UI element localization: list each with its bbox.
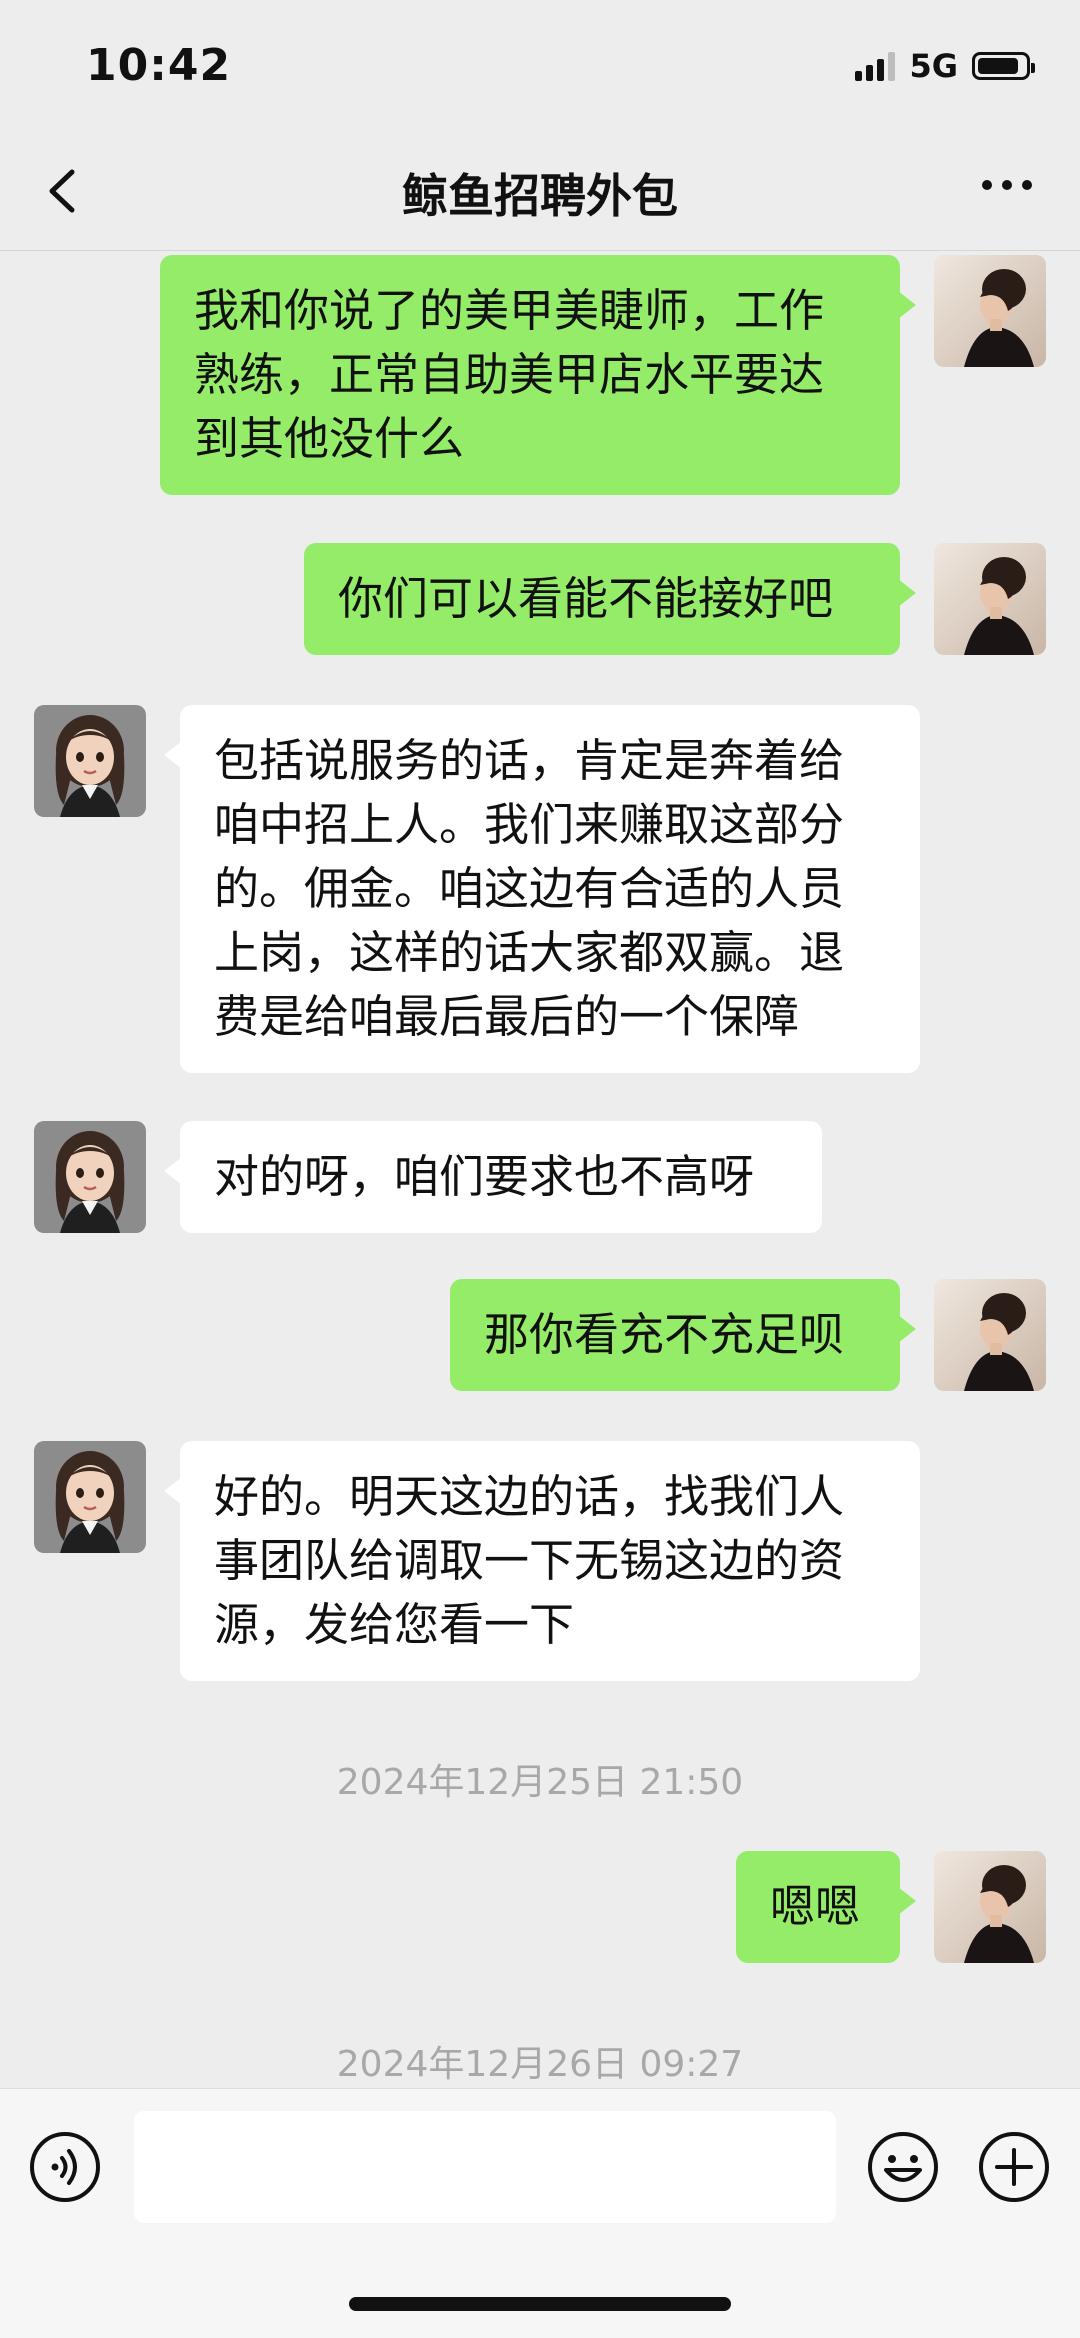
plus-icon [979, 2132, 1049, 2202]
avatar-self[interactable] [934, 543, 1046, 655]
avatar-self[interactable] [934, 1851, 1046, 1963]
avatar-contact[interactable] [34, 1441, 146, 1553]
status-indicators: 5G [855, 46, 1035, 86]
plus-button[interactable] [977, 2130, 1051, 2204]
message-bubble-received[interactable]: 好的。明天这边的话，找我们人事团队给调取一下无锡这边的资源，发给您看一下 [164, 1441, 920, 1681]
avatar-contact[interactable] [34, 705, 146, 817]
emoji-button[interactable] [866, 2130, 940, 2204]
timestamp: 2024年12月26日 09:27 [336, 2044, 744, 2085]
chat-title: 鲸鱼招聘外包 [402, 169, 678, 223]
chat-area[interactable]: 我和你说了的美甲美睫师，工作熟练，正常自助美甲店水平要达到其他没什么 你们可以看… [0, 251, 1080, 2088]
avatar-self[interactable] [934, 255, 1046, 367]
emoji-icon [868, 2132, 938, 2202]
battery-icon [972, 52, 1035, 80]
timestamp: 2024年12月25日 21:50 [336, 1762, 744, 1803]
status-time: 10:42 [86, 40, 232, 91]
message-bubble-received[interactable]: 对的呀，咱们要求也不高呀 [164, 1121, 822, 1233]
voice-icon [30, 2132, 100, 2202]
status-bar: 10:42 5G [0, 0, 1080, 130]
nav-bar: 鲸鱼招聘外包 [0, 130, 1080, 251]
avatar-self[interactable] [934, 1279, 1046, 1391]
message-bubble-sent[interactable]: 我和你说了的美甲美睫师，工作熟练，正常自助美甲店水平要达到其他没什么 [160, 255, 916, 495]
more-dots-icon [982, 180, 992, 190]
message-bubble-sent[interactable]: 嗯嗯 [736, 1851, 916, 1963]
message-bubble-received[interactable]: 包括说服务的话，肯定是奔着给咱中招上人。我们来赚取这部分的。佣金。咱这边有合适的… [164, 705, 920, 1073]
network-type: 5G [909, 47, 958, 85]
signal-icon [855, 51, 896, 81]
avatar-contact[interactable] [34, 1121, 146, 1233]
voice-button[interactable] [28, 2130, 102, 2204]
message-bubble-sent[interactable]: 那你看充不充足呗 [450, 1279, 916, 1391]
more-button[interactable] [982, 180, 1032, 190]
home-indicator [349, 2297, 731, 2311]
message-bubble-sent[interactable]: 你们可以看能不能接好吧 [304, 543, 916, 655]
message-input[interactable] [134, 2111, 836, 2223]
